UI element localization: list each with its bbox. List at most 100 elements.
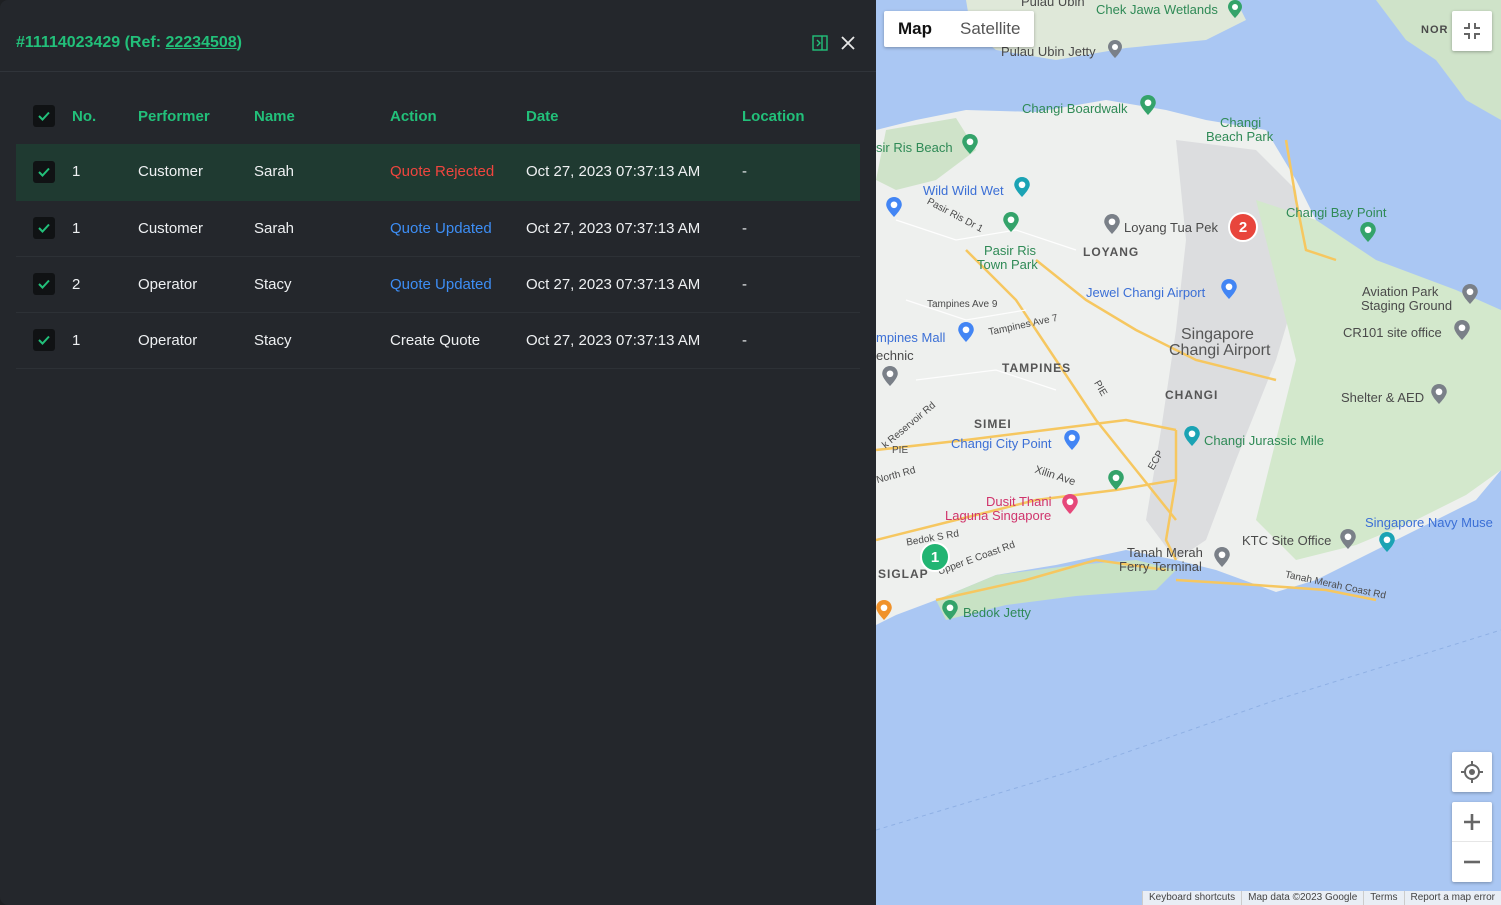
label-changi: CHANGI (1165, 388, 1219, 402)
label-singapore-changi-airport-1: Singapore (1181, 326, 1254, 343)
cell-performer: Operator (138, 256, 254, 313)
col-no[interactable]: No. (72, 88, 138, 144)
col-location[interactable]: Location (742, 88, 860, 144)
school-pin-icon[interactable] (882, 366, 898, 386)
keyboard-shortcuts-link[interactable]: Keyboard shortcuts (1141, 891, 1241, 905)
label-dusit-2: Laguna Singapore (945, 508, 1052, 523)
row-checkbox[interactable] (33, 160, 55, 183)
label-wild-wild-wet: Wild Wild Wet (923, 183, 1004, 198)
report-error-link[interactable]: Report a map error (1403, 891, 1501, 905)
hiking-pin-icon[interactable] (1140, 95, 1156, 115)
label-changi-beach-park-2: Beach Park (1206, 129, 1274, 144)
label-tampines-mall: mpines Mall (876, 330, 946, 345)
label-changi-boardwalk: Changi Boardwalk (1022, 101, 1128, 116)
zoom-in-button[interactable] (1452, 802, 1492, 842)
cell-location: - (742, 200, 860, 257)
cell-action: Quote Updated (390, 200, 526, 257)
table-row[interactable]: 2 Operator Stacy Quote Updated Oct 27, 2… (16, 256, 860, 313)
row-checkbox[interactable] (33, 273, 55, 295)
attraction-pin-icon[interactable] (1014, 177, 1030, 197)
label-navy-museum: Singapore Navy Muse (1365, 515, 1493, 530)
marker-2[interactable]: 2 (1228, 212, 1258, 242)
panel-title: #11114023429 (Ref: 22234508) (16, 34, 242, 51)
plus-icon (1464, 813, 1480, 830)
pin-icon[interactable] (1108, 40, 1122, 58)
cell-date: Oct 27, 2023 07:37:13 AM (526, 200, 742, 257)
golf-pin-icon[interactable] (1108, 470, 1124, 490)
row-select-cell (16, 256, 72, 313)
cell-name: Stacy (254, 256, 390, 313)
label-ktc: KTC Site Office (1242, 533, 1332, 548)
label-pulau-ubin: Pulau Ubin (1021, 0, 1085, 9)
activity-table: No. Performer Name Action Date Location … (16, 88, 860, 369)
exit-fullscreen-button[interactable] (1452, 11, 1492, 51)
label-simei: SIMEI (974, 417, 1012, 431)
terms-link[interactable]: Terms (1363, 891, 1403, 905)
panel-header: #11114023429 (Ref: 22234508) (0, 0, 876, 72)
pin-icon[interactable] (1431, 384, 1447, 404)
label-loyang-tua-pek: Loyang Tua Pek (1124, 220, 1218, 235)
col-date[interactable]: Date (526, 88, 742, 144)
label-cr101: CR101 site office (1343, 325, 1442, 340)
label-tanah-merah-1: Tanah Merah (1127, 545, 1203, 560)
shopping-pin-icon[interactable] (958, 322, 974, 342)
collapse-panel-icon[interactable] (810, 33, 830, 53)
zoom-out-button[interactable] (1452, 842, 1492, 882)
cell-no: 1 (72, 200, 138, 257)
beach-pin-icon[interactable] (962, 134, 978, 154)
cell-date: Oct 27, 2023 07:37:13 AM (526, 312, 742, 369)
minus-icon (1464, 860, 1480, 864)
map-type-map-button[interactable]: Map (884, 11, 946, 47)
shopping-pin-icon[interactable] (1064, 430, 1080, 450)
label-jewel: Jewel Changi Airport (1086, 285, 1206, 300)
row-checkbox[interactable] (33, 329, 55, 351)
col-performer[interactable]: Performer (138, 88, 254, 144)
cell-location: - (742, 312, 860, 369)
map-footer: Keyboard shortcuts Map data ©2023 Google… (1141, 891, 1501, 905)
cell-no: 1 (72, 312, 138, 369)
park-pin-icon[interactable] (1003, 212, 1019, 232)
label-pasir-ris-town-park-1: Pasir Ris (984, 243, 1037, 258)
restaurant-pin-icon[interactable] (876, 600, 892, 620)
pin-icon[interactable] (1454, 320, 1470, 340)
label-polytechnic: echnic (876, 348, 914, 363)
cell-no: 2 (72, 256, 138, 313)
label-siglap: SIGLAP (878, 567, 929, 581)
pin-icon[interactable] (1462, 284, 1478, 304)
ref-link[interactable]: 22234508 (165, 34, 236, 51)
label-changi-jurassic: Changi Jurassic Mile (1204, 433, 1324, 448)
table-row[interactable]: 1 Operator Stacy Create Quote Oct 27, 20… (16, 312, 860, 369)
park-pin-icon[interactable] (1228, 0, 1242, 18)
cell-performer: Customer (138, 200, 254, 257)
my-location-button[interactable] (1452, 752, 1492, 792)
marker-1[interactable]: 1 (920, 542, 950, 572)
museum-pin-icon[interactable] (1379, 532, 1395, 552)
col-action[interactable]: Action (390, 88, 526, 144)
label-loyang: LOYANG (1083, 245, 1140, 259)
map-view[interactable]: Pulau Ubin Chek Jawa Wetlands Pulau Ubin… (876, 0, 1501, 905)
temple-pin-icon[interactable] (1104, 214, 1120, 234)
shopping-pin-icon[interactable] (886, 197, 902, 217)
select-all-checkbox[interactable] (33, 105, 55, 127)
label-bedok-jetty: Bedok Jetty (963, 605, 1031, 620)
hiking-pin-icon[interactable] (1360, 222, 1376, 242)
shopping-pin-icon[interactable] (1221, 279, 1237, 299)
col-name[interactable]: Name (254, 88, 390, 144)
row-checkbox[interactable] (33, 217, 55, 239)
park-pin-icon[interactable] (942, 600, 958, 620)
exit-fullscreen-icon (1464, 23, 1480, 39)
label-pasir-ris-town-park-2: Town Park (977, 257, 1038, 272)
table-row[interactable]: 1 Customer Sarah Quote Updated Oct 27, 2… (16, 200, 860, 257)
table-row[interactable]: 1 Customer Sarah Quote Rejected Oct 27, … (16, 144, 860, 201)
label-tanah-merah-2: Ferry Terminal (1119, 559, 1202, 574)
zoom-control (1452, 802, 1492, 882)
pin-icon[interactable] (1214, 547, 1230, 567)
label-tampines-ave9: Tampines Ave 9 (927, 299, 998, 310)
attraction-pin-icon[interactable] (1184, 426, 1200, 446)
pin-icon[interactable] (1340, 529, 1356, 549)
label-north-edge: NOR (1421, 24, 1449, 36)
map-type-satellite-button[interactable]: Satellite (946, 11, 1034, 47)
hotel-pin-icon[interactable] (1062, 494, 1078, 514)
cell-date: Oct 27, 2023 07:37:13 AM (526, 144, 742, 201)
close-icon[interactable] (838, 33, 858, 53)
